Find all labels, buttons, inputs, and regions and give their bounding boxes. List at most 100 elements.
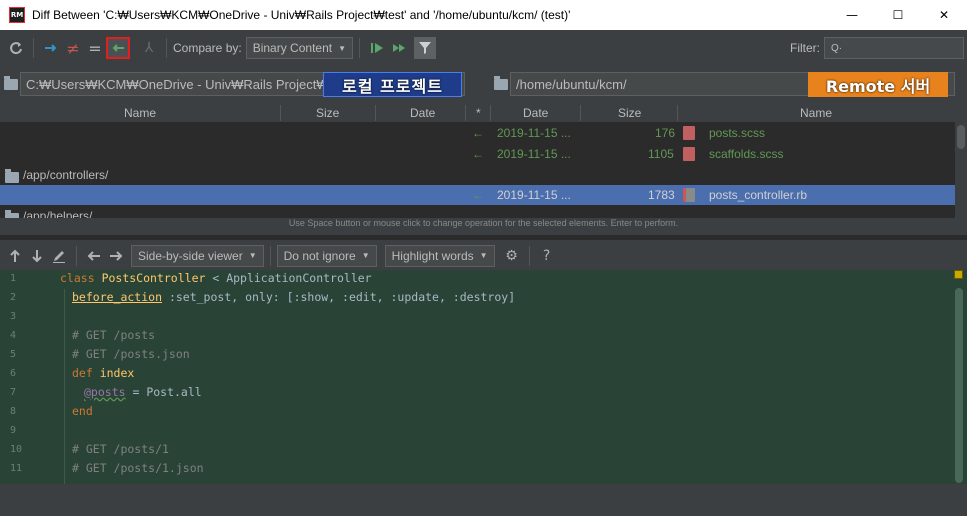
- right-name: scaffolds.scss: [709, 147, 784, 161]
- back-icon[interactable]: [83, 245, 105, 267]
- line-number: 10: [10, 444, 23, 455]
- right-size: 1105: [648, 147, 674, 161]
- right-name: posts.scss: [709, 126, 766, 140]
- col-operation[interactable]: *: [476, 106, 481, 120]
- line-number: 9: [10, 425, 17, 436]
- forward-icon[interactable]: [105, 245, 127, 267]
- line-number: 2: [10, 292, 17, 303]
- arrow-up-icon[interactable]: [4, 245, 26, 267]
- col-right-date[interactable]: Date: [523, 106, 548, 120]
- code-line: # GET /posts/1.json: [72, 461, 204, 475]
- folder-icon: [5, 169, 19, 183]
- table-row[interactable]: /app/helpers/: [0, 206, 955, 218]
- chevron-down-icon: ▼: [248, 251, 257, 260]
- scss-file-icon: [683, 126, 695, 140]
- folder-path: /app/controllers/: [23, 168, 109, 182]
- fast-forward-icon[interactable]: [388, 37, 410, 59]
- editor-scrollbar[interactable]: [950, 270, 967, 484]
- local-project-annotation: 로컬 프로젝트: [323, 72, 462, 97]
- col-left-size[interactable]: Size: [316, 106, 339, 120]
- table-scrollbar[interactable]: [955, 103, 967, 218]
- table-row[interactable]: ← 2019-11-15 ... 176 posts.scss: [0, 123, 955, 143]
- copy-left-arrow-icon[interactable]: ←: [472, 126, 484, 140]
- filter-input[interactable]: Q·: [824, 37, 964, 59]
- right-date: 2019-11-15 ...: [497, 147, 571, 161]
- copy-left-arrow-icon[interactable]: ←: [472, 147, 484, 161]
- code-editor[interactable]: 1 class PostsController < ApplicationCon…: [0, 270, 967, 484]
- code-line: end: [72, 404, 93, 418]
- line-number: 6: [10, 368, 17, 379]
- arrow-right-icon[interactable]: [40, 37, 62, 59]
- edit-icon[interactable]: [48, 245, 70, 267]
- col-right-name[interactable]: Name: [800, 106, 832, 120]
- viewer-mode-select[interactable]: Side-by-side viewer ▼: [131, 244, 264, 267]
- diff-table: ← 2019-11-15 ... 176 posts.scss ← 2019-1…: [0, 123, 955, 218]
- table-row[interactable]: /app/controllers/: [0, 165, 955, 185]
- inspection-marker-icon[interactable]: [954, 270, 963, 279]
- whitespace-select[interactable]: Do not ignore ▼: [276, 244, 377, 267]
- col-left-name[interactable]: Name: [124, 106, 156, 120]
- help-icon[interactable]: ?: [536, 245, 558, 267]
- arrow-left-icon[interactable]: [106, 37, 130, 59]
- folder-path: /app/helpers/: [23, 209, 93, 218]
- line-number: 11: [10, 463, 23, 474]
- splitter[interactable]: [0, 235, 967, 240]
- maximize-button[interactable]: ☐: [875, 0, 921, 30]
- code-line: def index: [72, 366, 135, 380]
- code-line: # GET /posts.json: [72, 347, 190, 361]
- table-row[interactable]: ← 2019-11-15 ... 1783 posts_controller.r…: [0, 185, 955, 205]
- table-header: Name Size Date * Date Size Name: [0, 103, 955, 123]
- line-number: 4: [10, 330, 17, 341]
- right-name: posts_controller.rb: [709, 188, 808, 202]
- not-equal-icon[interactable]: ≠: [62, 37, 84, 59]
- col-left-date[interactable]: Date: [410, 106, 435, 120]
- col-right-size[interactable]: Size: [618, 106, 641, 120]
- window-title: Diff Between 'C:₩Users₩KCM₩OneDrive - Un…: [32, 8, 571, 22]
- code-line: # GET /posts: [72, 328, 156, 342]
- chevron-down-icon: ▼: [338, 43, 347, 53]
- code-line: before_action :set_post, only: [:show, :…: [72, 290, 516, 304]
- title-bar: RM Diff Between 'C:₩Users₩KCM₩OneDrive -…: [0, 0, 967, 30]
- filter-icon[interactable]: [414, 37, 437, 59]
- hint-text: Use Space button or mouse click to chang…: [0, 218, 967, 232]
- app-icon: RM: [9, 7, 25, 23]
- search-icon: Q·: [831, 42, 843, 54]
- close-button[interactable]: ✕: [921, 0, 967, 30]
- diff-toolbar: ≠ = ⅄ Compare by: Binary Content ▼ Filte…: [0, 30, 967, 66]
- right-size: 176: [655, 126, 676, 140]
- right-date: 2019-11-15 ...: [497, 126, 571, 140]
- copy-left-arrow-icon[interactable]: ←: [472, 188, 484, 202]
- chevron-down-icon: ▼: [479, 251, 488, 260]
- folder-icon: [4, 75, 18, 90]
- line-number: 3: [10, 311, 17, 322]
- arrow-down-icon[interactable]: [26, 245, 48, 267]
- minimize-button[interactable]: —: [829, 0, 875, 30]
- remote-server-annotation: Remote 서버: [808, 72, 948, 97]
- code-line: @posts = Post.all: [84, 385, 202, 399]
- line-number: 7: [10, 387, 17, 398]
- viewer-toolbar: Side-by-side viewer ▼ Do not ignore ▼ Hi…: [0, 241, 967, 270]
- line-number: 5: [10, 349, 17, 360]
- line-number: 1: [10, 273, 17, 284]
- left-path-row: [4, 70, 18, 98]
- refresh-icon[interactable]: [5, 37, 27, 59]
- chevron-down-icon: ▼: [361, 251, 370, 260]
- code-line: # GET /posts/1: [72, 442, 169, 456]
- gear-icon[interactable]: ⚙: [501, 245, 523, 267]
- right-size: 1783: [648, 188, 675, 202]
- table-row[interactable]: ← 2019-11-15 ... 1105 scaffolds.scss: [0, 144, 955, 164]
- code-line: class PostsController < ApplicationContr…: [60, 271, 372, 285]
- right-date: 2019-11-15 ...: [497, 188, 571, 202]
- highlight-select[interactable]: Highlight words ▼: [384, 244, 495, 267]
- folder-icon: [494, 75, 508, 90]
- filter-label: Filter:: [790, 41, 820, 55]
- merge-icon[interactable]: ⅄: [138, 37, 160, 59]
- scss-file-icon: [683, 147, 695, 161]
- right-path-row: [494, 70, 508, 98]
- play-icon[interactable]: [366, 37, 388, 59]
- compare-by-label: Compare by:: [173, 41, 242, 55]
- compare-by-select[interactable]: Binary Content ▼: [245, 37, 354, 59]
- ruby-file-icon: [683, 188, 695, 202]
- equal-icon[interactable]: =: [84, 37, 106, 59]
- line-number: 8: [10, 406, 17, 417]
